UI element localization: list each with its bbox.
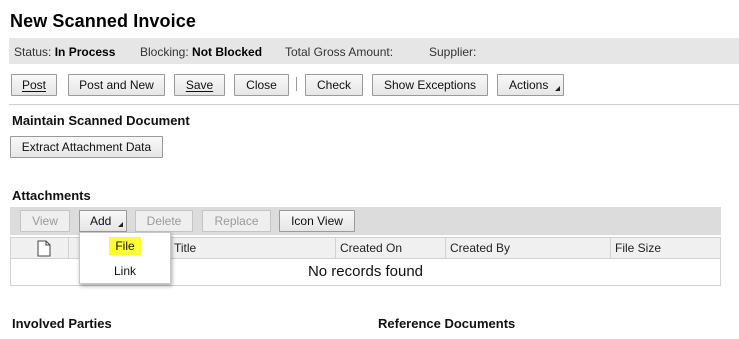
file-type-column-header[interactable] — [11, 238, 68, 258]
page-title: New Scanned Invoice — [10, 11, 196, 31]
supplier-label: Supplier: — [429, 45, 477, 59]
divider — [9, 104, 739, 105]
menu-item-link[interactable]: Link — [80, 264, 170, 278]
file-size-column-header[interactable]: File Size — [610, 238, 720, 258]
attachments-heading: Attachments — [12, 188, 91, 203]
dropdown-caret-icon — [118, 222, 123, 227]
status-value: In Process — [54, 45, 116, 59]
blocking-label: Blocking: — [140, 45, 189, 59]
dropdown-caret-icon — [555, 86, 560, 91]
replace-button[interactable]: Replace — [202, 210, 271, 232]
created-by-column-header[interactable]: Created By — [445, 238, 610, 258]
extract-attachment-data-button[interactable]: Extract Attachment Data — [10, 136, 163, 158]
actions-menu-button[interactable]: Actions — [497, 74, 564, 96]
created-on-column-header[interactable]: Created On — [335, 238, 445, 258]
involved-parties-heading: Involved Parties — [12, 316, 112, 331]
document-icon — [37, 240, 51, 257]
check-button[interactable]: Check — [305, 74, 363, 96]
post-button-label: Post — [21, 78, 46, 92]
post-button[interactable]: Post — [11, 74, 57, 96]
show-exceptions-button[interactable]: Show Exceptions — [372, 74, 488, 96]
post-and-new-button[interactable]: Post and New — [68, 74, 165, 96]
delete-button[interactable]: Delete — [135, 210, 193, 232]
blocking-value: Not Blocked — [192, 45, 263, 59]
view-button[interactable]: View — [20, 210, 70, 232]
toolbar-separator — [296, 77, 297, 91]
save-button[interactable]: Save — [174, 74, 225, 96]
blocking-field: Blocking: Not Blocked — [140, 45, 262, 59]
title-column-header[interactable]: Title — [169, 238, 335, 258]
menu-item-file-label: File — [109, 237, 141, 255]
add-menu-button[interactable]: Add — [79, 210, 127, 232]
menu-item-file[interactable]: File — [80, 237, 170, 255]
add-dropdown-menu: File Link — [79, 232, 171, 284]
close-button[interactable]: Close — [234, 74, 289, 96]
status-label: Status: — [14, 45, 52, 59]
actions-label: Actions — [509, 78, 549, 92]
maintain-section-heading: Maintain Scanned Document — [12, 113, 190, 128]
save-button-label: Save — [185, 78, 214, 92]
add-label: Add — [90, 214, 112, 228]
icon-view-button[interactable]: Icon View — [279, 210, 355, 232]
status-bar: Status: In Process Blocking: Not Blocked… — [9, 38, 739, 64]
reference-documents-heading: Reference Documents — [378, 316, 516, 331]
gross-amount-label: Total Gross Amount: — [285, 45, 394, 59]
status-field: Status: In Process — [14, 45, 115, 59]
